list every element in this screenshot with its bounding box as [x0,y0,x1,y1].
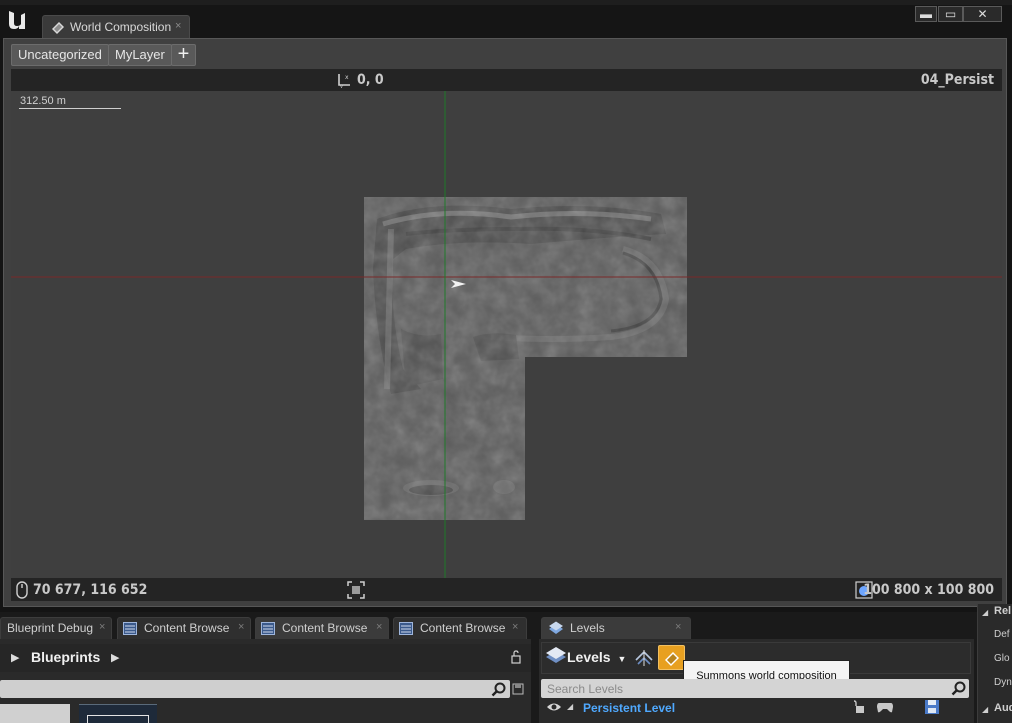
viewport-bottom-bar [11,578,1002,601]
path-chevron-icon[interactable]: ▶ [111,651,119,664]
svg-text:y: y [340,84,343,88]
close-tab-icon[interactable]: × [175,20,181,32]
content-search-input[interactable] [0,680,510,698]
world-size-readout: 100 800 x 100 800 [863,582,994,598]
tab-label: Content Browse [420,621,506,635]
terrain-map[interactable] [11,69,1002,601]
mouse-icon [15,581,29,599]
save-search-icon[interactable] [512,683,524,695]
viewport-top-bar [11,69,1002,91]
lock-icon[interactable] [509,650,523,664]
path-expand-icon[interactable]: ▶ [11,651,19,664]
path-folder-blueprints[interactable]: Blueprints [31,649,100,665]
world-composition-icon [665,652,679,666]
content-browser-icon [399,622,413,635]
expand-triangle-icon[interactable]: ◢ [567,702,573,711]
chevron-down-icon: ▼ [617,654,627,664]
tab-label: Content Browse [144,621,230,635]
maximize-button[interactable]: ▭ [938,6,963,22]
origin-readout: 0, 0 [357,72,384,88]
content-browser-icon [123,622,137,635]
world-viewport[interactable]: x y 0, 0 04_Persist 312.50 m 70 677, 116… [11,69,1002,601]
details-item: Def [994,629,1010,640]
world-composition-toggle-icon[interactable] [634,648,654,668]
details-section-header[interactable]: Aud [994,702,1012,714]
tab-content-browser-1[interactable]: Content Browse × [117,617,251,639]
collapse-triangle-icon[interactable]: ◢ [982,608,988,617]
world-composition-tab[interactable]: World Composition × [42,15,190,38]
close-tab-icon[interactable]: × [238,621,244,633]
tab-levels[interactable]: Levels × [541,617,691,639]
world-composition-tab-label: World Composition [70,20,172,34]
tab-label: Levels [570,621,605,635]
close-window-button[interactable]: ✕ [963,6,1002,22]
tab-label: Blueprint Debug [7,621,94,635]
save-level-icon[interactable] [924,699,940,715]
collapse-triangle-icon[interactable]: ◢ [982,705,988,714]
details-item: Glo [994,653,1010,664]
levels-menu-label: Levels [567,649,611,665]
scale-bar [19,108,121,109]
levels-menu-icon [545,645,567,667]
close-tab-icon[interactable]: × [675,621,681,633]
tab-content-browser-3[interactable]: Content Browse × [393,617,527,639]
asset-thumbnail[interactable] [79,704,157,723]
svg-text:x: x [345,74,349,81]
levels-menu-button[interactable]: Levels ▼ [567,649,626,665]
details-item: Dyn [994,677,1012,688]
layer-button-mylayer[interactable]: MyLayer [108,44,172,66]
close-tab-icon[interactable]: × [99,621,105,633]
current-level-name: 04_Persist [920,72,994,88]
unreal-logo-icon[interactable] [5,7,31,33]
layer-button-uncategorized[interactable]: Uncategorized [11,44,109,66]
scale-label: 312.50 m [20,95,66,107]
content-browser-icon [261,622,275,635]
add-layer-button[interactable]: + [171,44,196,66]
search-icon[interactable] [491,682,506,697]
eye-icon[interactable] [546,701,562,713]
details-section-header[interactable]: Rel [994,605,1011,617]
close-tab-icon[interactable]: × [512,621,518,633]
search-icon[interactable] [951,681,966,696]
origin-axes-icon: x y [336,72,352,88]
gamepad-icon[interactable] [876,700,894,714]
focus-selection-icon[interactable] [347,581,365,599]
levels-search-input[interactable] [547,681,927,696]
asset-thumbnail[interactable] [0,704,70,723]
minimize-button[interactable]: ▬ [915,6,937,22]
tab-blueprint-debug[interactable]: Blueprint Debug × [0,617,112,639]
tab-content-browser-2[interactable]: Content Browse × [255,617,389,639]
tab-label: Content Browse [282,621,368,635]
unlock-icon[interactable] [852,700,866,714]
world-composition-icon [50,19,66,35]
close-tab-icon[interactable]: × [376,621,382,633]
levels-icon [548,621,564,636]
levels-search-field[interactable] [541,679,969,698]
summon-world-composition-button[interactable] [658,645,685,670]
mouse-coordinates: 70 677, 116 652 [33,582,148,598]
persistent-level-item[interactable]: Persistent Level [583,701,675,715]
